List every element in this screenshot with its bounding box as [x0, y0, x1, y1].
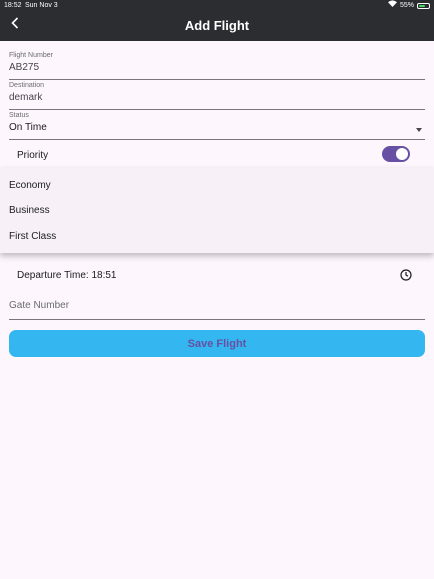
- gate-underline: [9, 319, 425, 320]
- gate-number-placeholder: Gate Number: [9, 300, 70, 311]
- priority-row: Priority: [17, 146, 412, 164]
- departure-time-row[interactable]: Departure Time: 18:51: [17, 268, 412, 282]
- dropdown-arrow-icon[interactable]: [416, 128, 422, 132]
- departure-time-text: Departure Time: 18:51: [17, 270, 117, 281]
- status-value[interactable]: On Time: [9, 122, 425, 133]
- flight-number-field[interactable]: Flight Number AB275: [9, 52, 425, 80]
- destination-label: Destination: [9, 82, 45, 89]
- class-dropdown-menu: Economy Business First Class: [0, 168, 434, 253]
- priority-label: Priority: [17, 150, 49, 161]
- save-flight-button[interactable]: Save Flight: [9, 330, 425, 357]
- destination-underline: [9, 109, 425, 110]
- menu-item-business[interactable]: Business: [9, 205, 50, 216]
- status-time: 18:52: [4, 2, 22, 9]
- menu-item-economy[interactable]: Economy: [9, 180, 51, 191]
- status-right: 55%: [387, 0, 430, 11]
- clock-icon[interactable]: [400, 268, 412, 281]
- wifi-icon: [387, 0, 397, 11]
- gate-number-field[interactable]: Gate Number: [9, 296, 425, 320]
- status-dropdown[interactable]: Status On Time: [9, 112, 425, 140]
- status-label: Status: [9, 112, 29, 119]
- destination-field[interactable]: Destination demark: [9, 82, 425, 110]
- flight-number-value[interactable]: AB275: [9, 62, 425, 73]
- battery-icon: [417, 2, 430, 9]
- toggle-knob: [396, 148, 408, 160]
- page-title: Add Flight: [184, 18, 250, 33]
- status-bar: 18:52 Sun Nov 3 55%: [0, 0, 434, 11]
- battery-percent: 55%: [399, 2, 414, 9]
- flight-number-label: Flight Number: [9, 52, 53, 59]
- destination-value[interactable]: demark: [9, 92, 425, 103]
- menu-item-first-class[interactable]: First Class: [9, 231, 56, 242]
- flight-number-underline: [9, 79, 425, 80]
- app-bar: Add Flight: [0, 11, 434, 41]
- status-date: Sun Nov 3: [25, 2, 58, 9]
- priority-toggle[interactable]: [382, 146, 410, 162]
- status-underline: [9, 139, 425, 140]
